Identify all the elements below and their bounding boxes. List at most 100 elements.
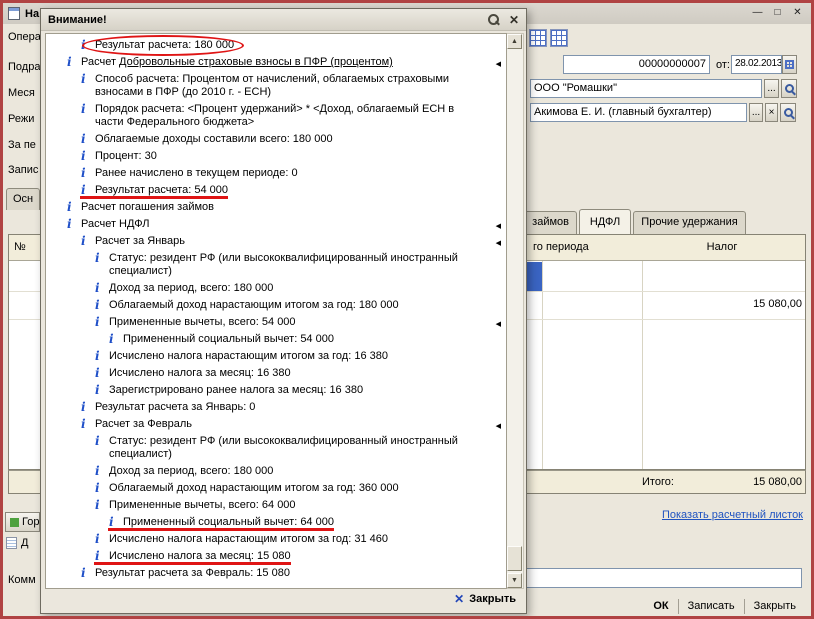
tab-other-deductions[interactable]: Прочие удержания xyxy=(633,211,746,234)
collapse-arrow-icon[interactable]: ◀ xyxy=(496,237,501,250)
dialog-titlebar[interactable]: Внимание! ✕ xyxy=(41,9,526,31)
info-icon: i xyxy=(81,132,86,146)
organization-field[interactable]: ООО "Ромашки" xyxy=(530,79,762,98)
message-text: Облагаемый доход нарастающим итогом за г… xyxy=(109,482,399,494)
total-value: 15 080,00 xyxy=(753,476,802,488)
dialog-list-item[interactable]: i Облагаемые доходы составили всего: 180 … xyxy=(46,131,506,148)
info-icon: i xyxy=(95,315,100,329)
dialog-list-item[interactable]: i Облагаемый доход нарастающим итогом за … xyxy=(46,297,506,314)
message-link[interactable]: Добровольные страховые взносы в ПФР (про… xyxy=(119,56,393,68)
label-period-fragment: За пе xyxy=(8,139,36,151)
dialog-list-item[interactable]: i Результат расчета: 180 000 xyxy=(46,37,506,54)
dialog-list-item[interactable]: i Облагаемый доход нарастающим итогом за … xyxy=(46,480,506,497)
dialog-list-item[interactable]: i Расчет погашения займов xyxy=(46,199,506,216)
toolbar-grid-icon[interactable] xyxy=(550,29,568,47)
dialog-list-item[interactable]: i Примененные вычеты, всего: 54 000 ◀ xyxy=(46,314,506,331)
info-icon: i xyxy=(67,217,72,231)
info-icon: i xyxy=(95,251,100,265)
date-from-label: от: xyxy=(716,59,730,71)
doc-date-field[interactable]: 28.02.2013 xyxy=(731,55,782,74)
message-text: Исчислено налога нарастающим итогом за г… xyxy=(109,533,388,545)
dialog-list-item[interactable]: i Примененный социальный вычет: 54 000 xyxy=(46,331,506,348)
responsible-clear-button[interactable]: × xyxy=(765,103,778,122)
dialog-list-item[interactable]: i Расчет за Февраль ◀ xyxy=(46,416,506,433)
dialog-list-item[interactable]: i Исчислено налога за месяц: 16 380 xyxy=(46,365,506,382)
dialog-list-item[interactable]: i Зарегистрировано ранее налога за месяц:… xyxy=(46,382,506,399)
save-button[interactable]: Записать xyxy=(679,598,744,614)
collapse-arrow-icon[interactable]: ◀ xyxy=(496,58,501,71)
message-text: Расчет за Январь xyxy=(95,235,185,247)
dialog-list-item[interactable]: i Результат расчета за Февраль: 15 080 xyxy=(46,565,506,582)
dialog-list-item[interactable]: i Расчет Добровольные страховые взносы в … xyxy=(46,54,506,71)
toolbar-table-icon[interactable] xyxy=(529,29,547,47)
close-button[interactable]: ✕ xyxy=(789,6,806,21)
info-icon: i xyxy=(95,281,100,295)
message-text: Облагаемые доходы составили всего: 180 0… xyxy=(95,133,333,145)
dialog-list-item[interactable]: i Примененный социальный вычет: 64 000 xyxy=(46,514,506,531)
collapse-arrow-icon[interactable]: ◀ xyxy=(496,220,501,233)
dialog-list-item[interactable]: i Ранее начислено в текущем периоде: 0 xyxy=(46,165,506,182)
form-buttons: ОК Записать Закрыть xyxy=(644,596,805,616)
message-text: Исчислено налога за месяц: 15 080 xyxy=(109,550,291,565)
organization-open-button[interactable] xyxy=(781,79,797,98)
info-icon: i xyxy=(81,566,86,580)
attention-dialog: Внимание! ✕ i Результат расчета: 180 000 i… xyxy=(40,8,527,614)
dialog-list-item[interactable]: i Примененные вычеты, всего: 64 000 xyxy=(46,497,506,514)
gori-button-fragment[interactable]: Гори xyxy=(5,512,40,532)
show-payslip-link[interactable]: Показать расчетный листок xyxy=(560,509,803,521)
scroll-down-icon[interactable]: ▼ xyxy=(507,573,522,588)
collapse-arrow-icon[interactable]: ◀ xyxy=(496,318,501,331)
message-text: Доход за период, всего: 180 000 xyxy=(109,465,274,477)
menu-operation-fragment[interactable]: Опера xyxy=(8,31,41,43)
responsible-select-button[interactable]: ... xyxy=(749,103,763,122)
message-text: Статус: резидент РФ (или высококвалифици… xyxy=(109,252,458,277)
dialog-list-item[interactable]: i Исчислено налога нарастающим итогом за … xyxy=(46,348,506,365)
close-form-button[interactable]: Закрыть xyxy=(745,598,805,614)
info-icon: i xyxy=(95,498,100,512)
dialog-close-label: Закрыть xyxy=(469,593,516,605)
dialog-message-list: i Результат расчета: 180 000 i Расчет Добро… xyxy=(45,33,507,589)
dialog-list-item[interactable]: i Процент: 30 xyxy=(46,148,506,165)
dialog-list-item[interactable]: i Статус: резидент РФ (или высококвалифиц… xyxy=(46,433,506,463)
dialog-list-item[interactable]: i Доход за период, всего: 180 000 xyxy=(46,463,506,480)
calendar-button[interactable] xyxy=(782,55,797,74)
minimize-button[interactable]: — xyxy=(749,6,766,21)
dialog-close-action[interactable]: ✕ Закрыть xyxy=(454,590,516,608)
dialog-list-item[interactable]: i Расчет НДФЛ ◀ xyxy=(46,216,506,233)
info-icon: i xyxy=(95,366,100,380)
info-icon: i xyxy=(81,149,86,163)
message-text: Доход за период, всего: 180 000 xyxy=(109,282,274,294)
message-text: Результат расчета за Январь: 0 xyxy=(95,401,256,413)
dialog-list-item[interactable]: i Порядок расчета: <Процент удержаний> * … xyxy=(46,101,506,131)
message-text: Результат расчета: 180 000 xyxy=(95,39,235,51)
collapse-arrow-icon[interactable]: ◀ xyxy=(496,420,501,433)
responsible-field[interactable]: Акимова Е. И. (главный бухгалтер) xyxy=(530,103,747,122)
organization-select-button[interactable]: ... xyxy=(764,79,779,98)
scroll-up-icon[interactable]: ▲ xyxy=(507,34,522,49)
dialog-list-item[interactable]: i Исчислено налога нарастающим итогом за … xyxy=(46,531,506,548)
pin-icon[interactable] xyxy=(487,13,500,26)
doc-number-field[interactable]: 00000000007 xyxy=(563,55,710,74)
dialog-list-item[interactable]: i Исчислено налога за месяц: 15 080 xyxy=(46,548,506,565)
dialog-list-item[interactable]: i Доход за период, всего: 180 000 xyxy=(46,280,506,297)
label-mode-fragment: Режи xyxy=(8,113,35,125)
tab-main-accruals-fragment[interactable]: Осн xyxy=(6,188,40,210)
responsible-open-button[interactable] xyxy=(780,103,796,122)
maximize-button[interactable]: □ xyxy=(769,6,786,21)
total-label: Итого: xyxy=(642,476,674,488)
dialog-close-icon[interactable]: ✕ xyxy=(509,14,519,26)
ok-button[interactable]: ОК xyxy=(644,598,677,614)
message-text: Результат расчета за Февраль: 15 080 xyxy=(95,567,290,579)
dialog-list-item[interactable]: i Способ расчета: Процентом от начислений… xyxy=(46,71,506,101)
dialog-scrollbar[interactable]: ▲ ▼ xyxy=(507,33,524,589)
message-text: Исчислено налога за месяц: 16 380 xyxy=(109,367,291,379)
tab-ndfl-active[interactable]: НДФЛ xyxy=(579,209,631,234)
dialog-list-item[interactable]: i Результат расчета: 54 000 xyxy=(46,182,506,199)
scroll-thumb[interactable] xyxy=(507,546,522,571)
green-icon xyxy=(10,517,19,527)
info-icon: i xyxy=(81,72,86,86)
message-text: Примененные вычеты, всего: 54 000 xyxy=(109,316,296,328)
dialog-list-item[interactable]: i Результат расчета за Январь: 0 xyxy=(46,399,506,416)
dialog-list-item[interactable]: i Статус: резидент РФ (или высококвалифиц… xyxy=(46,250,506,280)
dialog-list-item[interactable]: i Расчет за Январь ◀ xyxy=(46,233,506,250)
